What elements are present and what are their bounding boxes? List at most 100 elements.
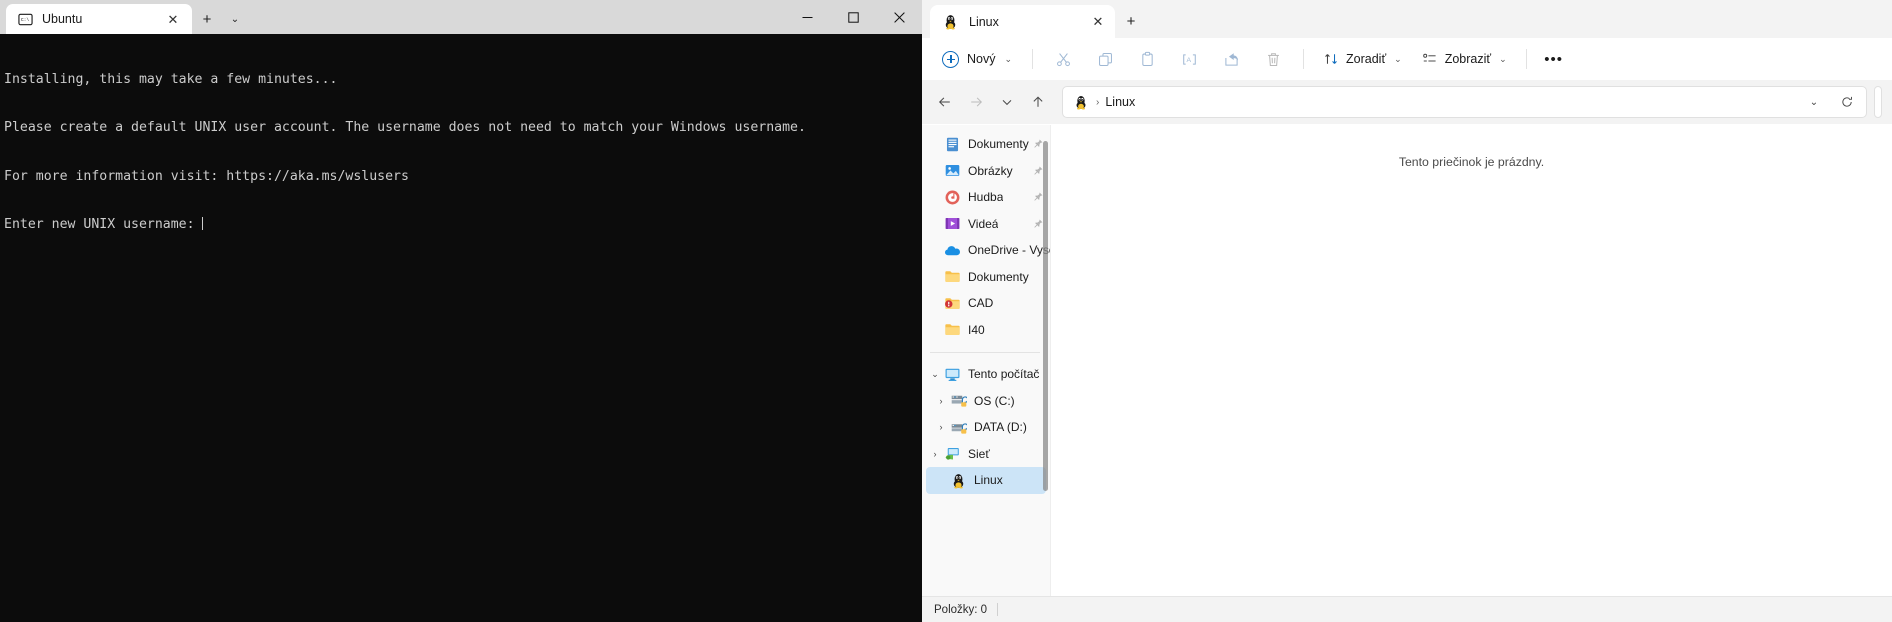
folder-error-icon	[944, 295, 961, 312]
more-options-button[interactable]: •••	[1537, 43, 1571, 75]
chevron-right-icon[interactable]: ›	[926, 449, 944, 459]
sidebar-item-vide[interactable]: Videá	[922, 211, 1050, 238]
explorer-navigation-bar: › Linux ⌄	[922, 80, 1892, 124]
explorer-tab-title: Linux	[969, 14, 999, 29]
minimize-icon[interactable]	[784, 0, 830, 34]
sidebar-item-label: CAD	[968, 296, 994, 311]
chevron-right-icon[interactable]: ›	[932, 396, 950, 406]
status-divider	[997, 603, 999, 616]
paste-icon[interactable]	[1127, 43, 1167, 75]
explorer-tab-close-button[interactable]: ✕	[1087, 11, 1109, 33]
sort-button[interactable]: Zoradiť ⌄	[1314, 43, 1411, 75]
forward-icon[interactable]	[961, 87, 991, 117]
this-pc-list: ⌄ Tento počítač › OS (C:) › DATA (D:) › Sieť Lin…	[922, 361, 1050, 494]
address-dropdown-chevron-down-icon[interactable]: ⌄	[1801, 89, 1827, 115]
svg-text:A: A	[1186, 57, 1191, 64]
empty-folder-message: Tento priečinok je prázdny.	[1398, 155, 1545, 169]
cut-icon[interactable]	[1043, 43, 1083, 75]
explorer-content: Dokumenty Obrázky Hudba Videá OneDrive - Vys…	[922, 124, 1892, 596]
sidebar-item-label: I40	[968, 322, 985, 337]
back-icon[interactable]	[930, 87, 960, 117]
sidebar-item-i40[interactable]: I40	[922, 317, 1050, 344]
terminal-line: Please create a default UNIX user accoun…	[4, 120, 806, 136]
explorer-new-tab-button[interactable]: +	[1115, 5, 1147, 38]
screen: C:\ Ubuntu ✕ + ⌄ Installing, this may ta…	[0, 0, 1892, 622]
new-item-button[interactable]: Nový ⌄	[936, 44, 1022, 74]
terminal-output[interactable]: Installing, this may take a few minutes.…	[0, 34, 922, 622]
terminal-cursor	[201, 217, 203, 231]
sidebar-item-label: Dokumenty	[968, 269, 1029, 284]
sidebar-item-dokumenty[interactable]: Dokumenty	[922, 131, 1050, 158]
terminal-window: C:\ Ubuntu ✕ + ⌄ Installing, this may ta…	[0, 0, 922, 622]
address-bar[interactable]: › Linux ⌄	[1062, 86, 1867, 118]
terminal-tab-title: Ubuntu	[42, 12, 83, 26]
sidebar-item-label: Videá	[968, 216, 999, 231]
tux-icon	[942, 13, 959, 30]
terminal-new-tab-button[interactable]: +	[192, 4, 222, 34]
chevron-right-icon[interactable]: ›	[932, 422, 950, 432]
explorer-toolbar: Nový ⌄ A Zoradiť ⌄ Zobraziť ⌄ •••	[922, 38, 1892, 80]
breadcrumb-item-linux[interactable]: Linux	[1105, 95, 1135, 109]
view-button[interactable]: Zobraziť ⌄	[1413, 43, 1516, 75]
recent-icon[interactable]	[992, 87, 1022, 117]
sidebar-item-label: Dokumenty	[968, 137, 1029, 152]
sidebar-item-linux[interactable]: Linux	[926, 467, 1046, 494]
folder-icon	[944, 268, 961, 285]
drive2-icon	[950, 419, 969, 436]
sidebar-item-label: Hudba	[968, 190, 1004, 205]
close-icon[interactable]	[876, 0, 922, 34]
sidebar-divider	[930, 352, 1040, 353]
delete-icon[interactable]	[1253, 43, 1293, 75]
copy-icon[interactable]	[1085, 43, 1125, 75]
sidebar-item-onedrive-vyso[interactable]: OneDrive - Vyso	[922, 237, 1050, 264]
sidebar-item-tento-po-ta[interactable]: ⌄ Tento počítač	[922, 361, 1050, 388]
terminal-window-controls	[784, 0, 922, 34]
search-input[interactable]	[1874, 86, 1882, 118]
share-icon[interactable]	[1211, 43, 1251, 75]
sidebar-item-obr-zky[interactable]: Obrázky	[922, 158, 1050, 185]
terminal-prompt-line: Enter new UNIX username:	[4, 217, 922, 233]
drive-icon	[950, 392, 969, 409]
terminal-tab-menu-chevron-down-icon[interactable]: ⌄	[222, 4, 248, 34]
sidebar-item-hudba[interactable]: Hudba	[922, 184, 1050, 211]
tux-icon	[1073, 94, 1089, 110]
rename-icon[interactable]: A	[1169, 43, 1209, 75]
status-item-count: Položky: 0	[934, 603, 988, 616]
terminal-tab-ubuntu[interactable]: C:\ Ubuntu ✕	[6, 4, 192, 34]
terminal-line: Installing, this may take a few minutes.…	[4, 72, 338, 88]
file-list-pane[interactable]: Tento priečinok je prázdny.	[1050, 125, 1892, 596]
maximize-icon[interactable]	[830, 0, 876, 34]
explorer-titlebar: Linux ✕ +	[922, 0, 1892, 38]
new-item-label: Nový	[967, 52, 996, 66]
sidebar-item-cad[interactable]: CAD	[922, 290, 1050, 317]
up-icon[interactable]	[1023, 87, 1053, 117]
explorer-tab-linux[interactable]: Linux ✕	[930, 5, 1115, 38]
breadcrumb-separator: ›	[1096, 96, 1100, 108]
sidebar-item-data-d[interactable]: › DATA (D:)	[922, 414, 1050, 441]
onedrive-icon	[944, 242, 961, 259]
sidebar-scrollbar[interactable]	[1043, 141, 1048, 491]
pictures-icon	[944, 162, 961, 179]
plus-circle-icon	[942, 50, 959, 68]
videos-icon	[944, 215, 961, 232]
terminal-prompt-text: Enter new UNIX username:	[4, 217, 195, 233]
refresh-icon[interactable]	[1834, 89, 1860, 115]
console-icon: C:\	[18, 12, 33, 27]
folder-icon	[944, 321, 961, 338]
network-icon	[944, 445, 961, 462]
terminal-tab-close-button[interactable]: ✕	[162, 8, 184, 30]
chevron-down-icon[interactable]: ⌄	[926, 369, 944, 380]
sidebar-item-os-c[interactable]: › OS (C:)	[922, 388, 1050, 415]
sidebar-item-label: Linux	[974, 473, 1003, 488]
sidebar-item-label: Obrázky	[968, 163, 1013, 178]
chevron-down-icon: ⌄	[1394, 53, 1402, 64]
breadcrumb[interactable]: › Linux	[1096, 95, 1794, 109]
thispc-icon	[944, 366, 961, 383]
file-explorer-window: Linux ✕ + Nový ⌄ A Zoradiť ⌄ Zobraziť ⌄ …	[922, 0, 1892, 622]
sidebar-item-sie[interactable]: › Sieť	[922, 441, 1050, 468]
sort-label: Zoradiť	[1346, 52, 1387, 66]
explorer-status-bar: Položky: 0	[922, 596, 1892, 622]
chevron-down-icon: ⌄	[1004, 53, 1013, 64]
documents-icon	[944, 136, 961, 153]
sidebar-item-dokumenty[interactable]: Dokumenty	[922, 264, 1050, 291]
